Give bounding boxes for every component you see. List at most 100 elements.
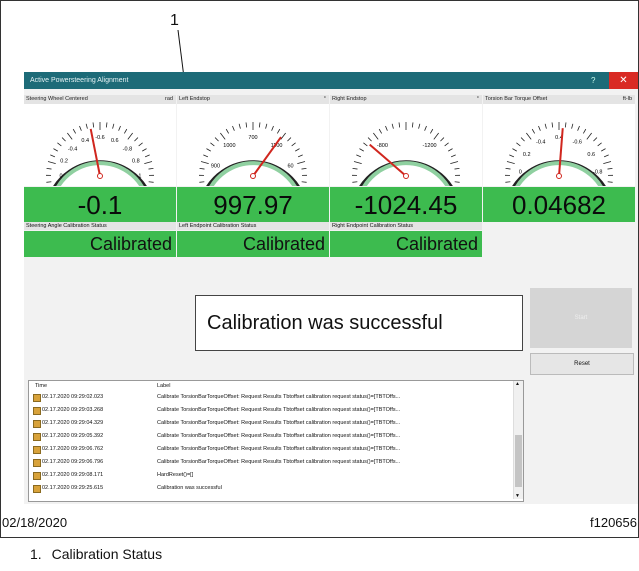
panel-header: Torsion Bar Torque Offset ft-lb: [483, 95, 635, 104]
gauge-tick: [79, 125, 82, 131]
panel-unit: ft-lb: [622, 96, 632, 102]
scroll-thumb[interactable]: [515, 435, 522, 487]
gauge-tick: [444, 142, 449, 147]
gauge-tick: [118, 125, 121, 131]
log-row[interactable]: 02.17.2020 09:29:25.615 Calibration was s…: [29, 484, 513, 494]
gauge-tick-label: 0.6: [587, 152, 595, 158]
gauge-tick: [424, 125, 427, 131]
gauge-tick: [506, 161, 515, 165]
gauge-tick-label: -0.4: [536, 140, 545, 146]
gauge-tick: [245, 122, 248, 128]
log-entry-icon: [33, 446, 41, 454]
close-button[interactable]: ✕: [609, 72, 638, 89]
gauge-tick: [601, 148, 606, 152]
log-time: 02.17.2020 09:29:03.268: [42, 407, 104, 413]
panel-label: Torsion Bar Torque Offset: [485, 96, 548, 102]
gauge-tick-label: -0.4: [68, 146, 77, 152]
gauge-tick-label: 0: [519, 170, 522, 176]
gauge-tick: [92, 122, 95, 128]
gauge-tick: [232, 125, 235, 131]
gauge-tick-label: -0.6: [573, 140, 582, 146]
gauge-tick-label: -800: [377, 143, 388, 149]
scroll-up-icon[interactable]: ▲: [515, 381, 520, 387]
event-log[interactable]: Time Label 02.17.2020 09:29:02.023 Calibr…: [28, 380, 524, 502]
gauge-tick: [134, 137, 139, 142]
panel-header: Right Endstop °: [330, 95, 482, 104]
log-header: Time Label: [29, 381, 513, 391]
gauge-tick: [238, 123, 241, 129]
gauge-tick: [297, 154, 303, 158]
gauge-tick: [301, 181, 307, 183]
panel-unit: °: [323, 96, 326, 102]
gauge-tick: [450, 154, 456, 158]
gauge-tick-label: 900: [211, 164, 220, 170]
gauge-left-endstop: Left Endstop°80090010007001100601200997.…: [177, 95, 329, 222]
panel-label: Right Endstop: [332, 96, 367, 102]
log-label: Calibrate TorsionBarTorqueOffset: Reques…: [157, 459, 401, 465]
log-row[interactable]: 02.17.2020 09:29:04.329 Calibrate Torsion…: [29, 419, 513, 429]
title-bar: Active Powersteering Alignment ? ✕: [24, 72, 638, 89]
gauge-tick: [47, 161, 56, 165]
log-scrollbar[interactable]: ▲ ▼: [513, 381, 523, 499]
panel-unit: rad: [165, 96, 173, 102]
status-value: Calibrated: [395, 234, 478, 254]
gauge-tick-label: 60: [288, 164, 294, 170]
gauge-tick: [138, 142, 143, 147]
gauge-tick: [200, 161, 209, 165]
status-label: Right Endpoint Calibration Status: [332, 223, 414, 229]
gauge-tick: [301, 167, 307, 170]
gauge-tick: [520, 137, 525, 142]
log-row[interactable]: 02.17.2020 09:29:03.268 Calibrate Torsion…: [29, 406, 513, 416]
help-icon[interactable]: ?: [591, 76, 595, 85]
gauge-tick: [50, 154, 56, 158]
gauge-tick: [367, 137, 372, 142]
gauge-tick: [127, 132, 133, 140]
gauge-tick-label: 0: [59, 174, 62, 180]
gauge-tick-label: -0.6: [95, 135, 104, 141]
log-row[interactable]: 02.17.2020 09:29:02.023 Calibrate Torsion…: [29, 393, 513, 403]
status-label: Left Endpoint Calibration Status: [179, 223, 257, 229]
gauge-right-endstop: Right Endstop°-1000-800-1200-600-1024.45: [330, 95, 482, 222]
gauge-tick: [352, 167, 358, 170]
gauge-tick: [551, 122, 554, 128]
reset-button[interactable]: Reset: [530, 353, 634, 375]
status-label: Steering Angle Calibration Status: [26, 223, 107, 229]
gauge-tick: [516, 142, 521, 147]
gauge-tick: [46, 181, 52, 183]
legend-text: Calibration Status: [51, 546, 163, 562]
gauge-tick: [564, 122, 567, 128]
gauge-tick: [448, 148, 453, 152]
log-row[interactable]: 02.17.2020 09:29:08.171 HardReset()=[]: [29, 471, 513, 481]
gauge-tick: [46, 167, 52, 170]
log-row[interactable]: 02.17.2020 09:29:05.392 Calibrate Torsion…: [29, 432, 513, 442]
status-steering-angle: Steering Angle Calibration Status Calibr…: [24, 222, 176, 257]
gauge-tick: [597, 142, 602, 147]
log-entry-icon: [33, 433, 41, 441]
gauge-tick: [220, 132, 226, 140]
log-row[interactable]: 02.17.2020 09:29:06.762 Calibrate Torsion…: [29, 445, 513, 455]
log-time: 02.17.2020 09:29:25.615: [42, 485, 104, 491]
gauge-tick: [505, 167, 511, 170]
gauge-dial: -1000-800-1200-600: [330, 104, 482, 197]
log-row[interactable]: 02.17.2020 09:29:06.796 Calibrate Torsion…: [29, 458, 513, 468]
scroll-down-icon[interactable]: ▼: [515, 493, 520, 499]
log-entry-icon: [33, 394, 41, 402]
log-entry-icon: [33, 407, 41, 415]
gauge-tick: [418, 123, 421, 129]
gauge-svg: -0.200.2-0.40.4-0.60.6-0.80.8: [504, 122, 614, 197]
gauge-tick: [385, 125, 388, 131]
gauge-tick: [297, 161, 306, 165]
gauge-tick-label: 0.4: [81, 138, 89, 144]
gauge-tick: [373, 132, 379, 140]
gauge-tick: [356, 154, 362, 158]
log-label: Calibrate TorsionBarTorqueOffset: Reques…: [157, 407, 401, 413]
start-button-disabled[interactable]: Start: [530, 288, 632, 348]
gauge-tick: [199, 181, 205, 183]
gauge-tick: [538, 125, 541, 131]
gauge-tick: [512, 148, 517, 152]
gauge-tick-label: -0.8: [593, 170, 602, 176]
status-left-endpoint: Left Endpoint Calibration Status Calibra…: [177, 222, 329, 257]
gauge-tick: [509, 154, 515, 158]
gauge-tick: [265, 123, 268, 129]
gauge-tick: [607, 181, 613, 183]
